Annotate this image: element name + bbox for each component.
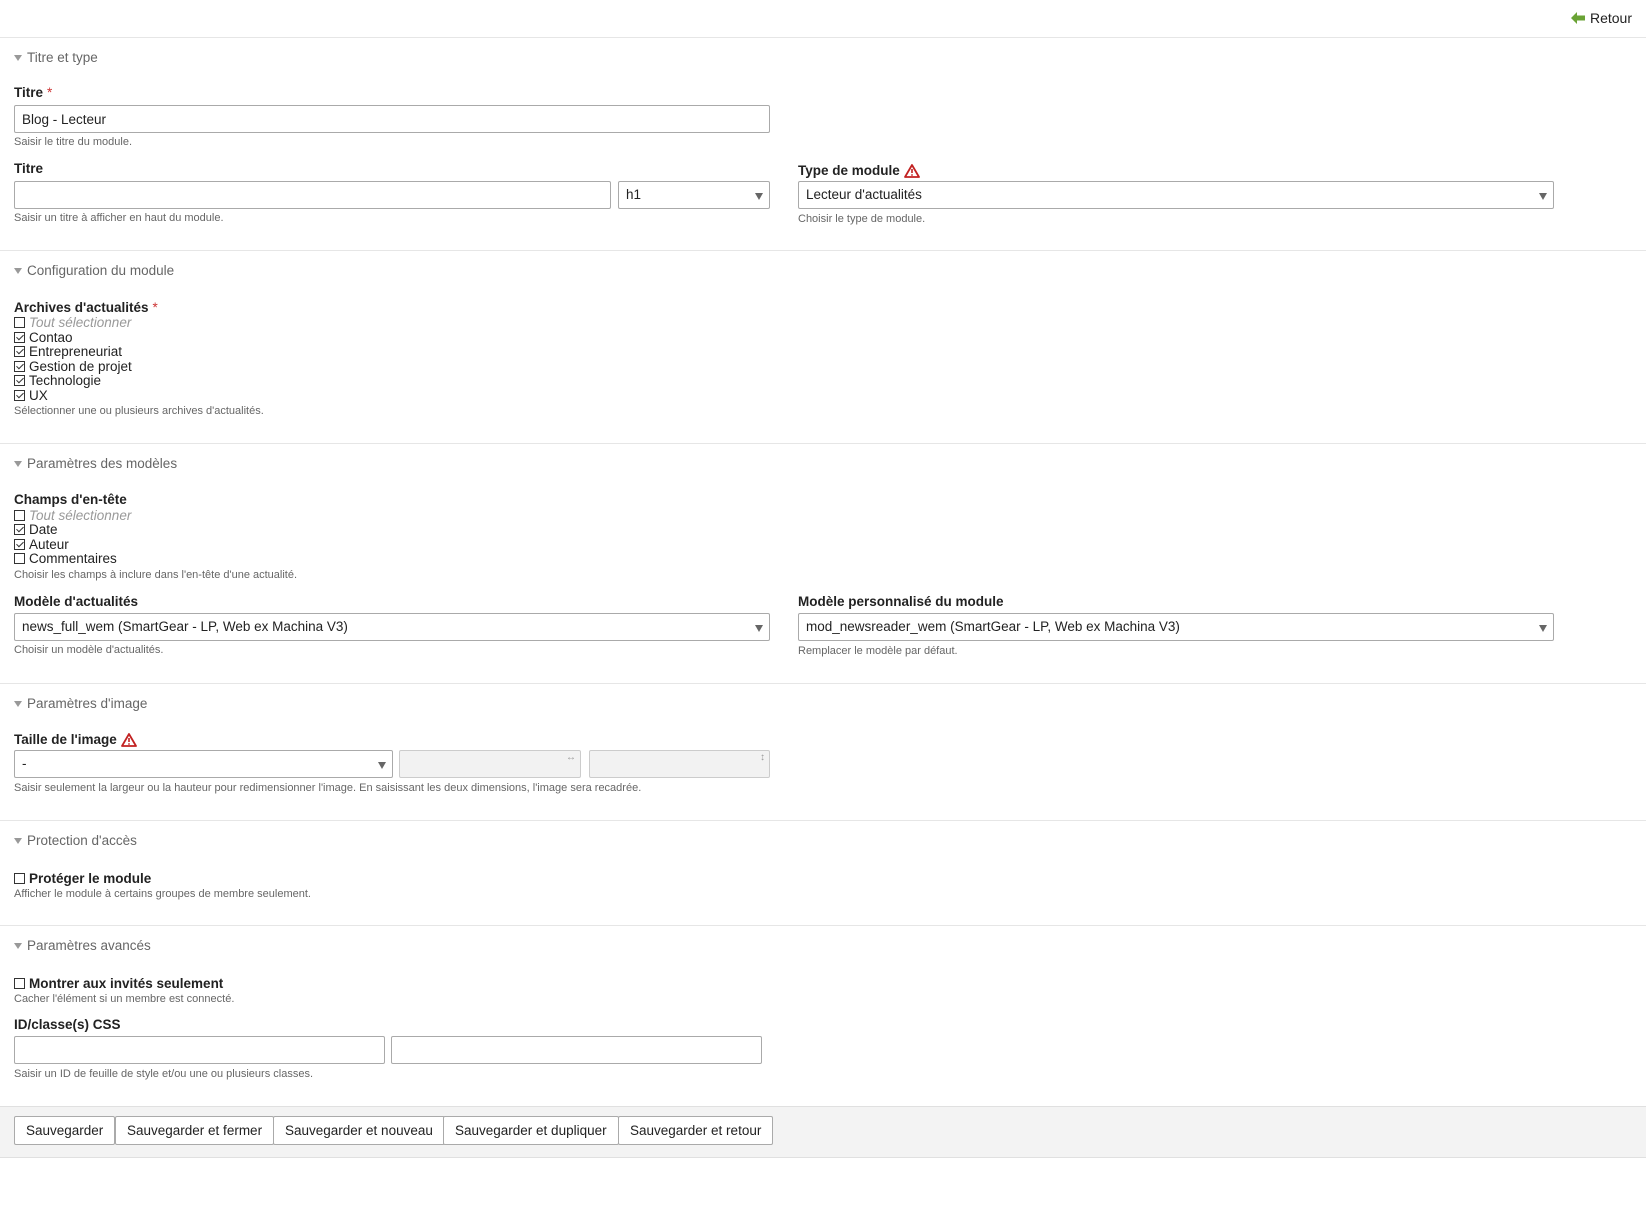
- css-label: ID/classe(s) CSS: [14, 1017, 121, 1032]
- css-id-input[interactable]: [14, 1036, 385, 1064]
- custom-template-help: Remplacer le modèle par défaut.: [798, 645, 958, 657]
- chevron-down-icon: [378, 762, 386, 769]
- archives-help: Sélectionner une ou plusieurs archives d…: [14, 405, 264, 417]
- checkbox[interactable]: [14, 539, 25, 550]
- save-duplicate-button[interactable]: Sauvegarder et dupliquer: [443, 1116, 619, 1145]
- archive-item-ux[interactable]: UX: [14, 388, 48, 403]
- back-label: Retour: [1589, 10, 1632, 26]
- title-help: Saisir le titre du module.: [14, 136, 132, 148]
- guests-only-help: Cacher l'élément si un membre est connec…: [14, 993, 235, 1005]
- archive-item-entrepreneuriat[interactable]: Entrepreneuriat: [14, 344, 122, 359]
- custom-template-select[interactable]: mod_newsreader_wem (SmartGear - LP, Web …: [798, 613, 1554, 641]
- headline-level-select[interactable]: h1: [618, 181, 770, 209]
- section-title-type: Titre et type Titre* Saisir le titre du …: [0, 38, 1646, 251]
- headline-label: Titre: [14, 161, 44, 176]
- header-fields-label: Champs d'en-tête: [14, 492, 127, 507]
- guests-only-checkbox[interactable]: Montrer aux invités seulement: [14, 976, 223, 991]
- collapse-triangle-icon: [14, 700, 22, 707]
- header-field-date[interactable]: Date: [14, 522, 58, 537]
- back-arrow-icon: [1570, 12, 1585, 24]
- collapse-triangle-icon: [14, 837, 22, 844]
- checkbox[interactable]: [14, 524, 25, 535]
- back-link[interactable]: Retour: [1570, 10, 1632, 26]
- checkbox[interactable]: [14, 978, 25, 989]
- news-template-select[interactable]: news_full_wem (SmartGear - LP, Web ex Ma…: [14, 613, 770, 641]
- module-type-select[interactable]: Lecteur d'actualités: [798, 181, 1554, 209]
- custom-template-label: Modèle personnalisé du module: [798, 594, 1004, 609]
- legend-title-type[interactable]: Titre et type: [14, 50, 98, 65]
- section-protection: Protection d'accès Protéger le module Af…: [0, 821, 1646, 926]
- select-all-archives[interactable]: Tout sélectionner: [14, 315, 131, 330]
- image-size-help: Saisir seulement la largeur ou la hauteu…: [14, 782, 642, 794]
- header-field-auteur[interactable]: Auteur: [14, 537, 69, 552]
- select-all-header-fields[interactable]: Tout sélectionner: [14, 508, 131, 523]
- archive-item-gestion-de-projet[interactable]: Gestion de projet: [14, 359, 132, 374]
- save-back-button[interactable]: Sauvegarder et retour: [618, 1116, 774, 1145]
- chevron-down-icon: [755, 625, 763, 632]
- checkbox[interactable]: [14, 375, 25, 386]
- legend-templates[interactable]: Paramètres des modèles: [14, 456, 177, 471]
- warning-icon: [903, 163, 920, 178]
- archive-item-contao[interactable]: Contao: [14, 330, 73, 345]
- required-marker: *: [152, 300, 158, 315]
- required-marker: *: [47, 85, 53, 100]
- collapse-triangle-icon: [14, 460, 22, 467]
- collapse-triangle-icon: [14, 942, 22, 949]
- protect-module-checkbox[interactable]: Protéger le module: [14, 871, 151, 886]
- checkbox[interactable]: [14, 510, 25, 521]
- headline-input[interactable]: [14, 181, 611, 209]
- section-image: Paramètres d'image Taille de l'image - ↔…: [0, 684, 1646, 821]
- section-config: Configuration du module Archives d'actua…: [0, 251, 1646, 444]
- chevron-down-icon: [1539, 193, 1547, 200]
- headline-help: Saisir un titre à afficher en haut du mo…: [14, 212, 224, 224]
- legend-image[interactable]: Paramètres d'image: [14, 696, 147, 711]
- module-type-label: Type de module: [798, 163, 920, 178]
- news-template-label: Modèle d'actualités: [14, 594, 138, 609]
- checkbox[interactable]: [14, 873, 25, 884]
- legend-config[interactable]: Configuration du module: [14, 263, 174, 278]
- image-size-label: Taille de l'image: [14, 732, 137, 747]
- title-input[interactable]: [14, 105, 770, 133]
- chevron-down-icon: [1539, 625, 1547, 632]
- height-arrows-icon: ↕: [760, 752, 765, 763]
- section-advanced: Paramètres avancés Montrer aux invités s…: [0, 926, 1646, 1106]
- width-arrows-icon: ↔: [566, 752, 576, 763]
- image-width-input[interactable]: ↔: [399, 750, 581, 778]
- legend-protection[interactable]: Protection d'accès: [14, 833, 137, 848]
- collapse-triangle-icon: [14, 267, 22, 274]
- checkbox[interactable]: [14, 390, 25, 401]
- image-size-select[interactable]: -: [14, 750, 393, 778]
- archive-item-technologie[interactable]: Technologie: [14, 373, 101, 388]
- archives-label: Archives d'actualités *: [14, 300, 158, 315]
- news-template-help: Choisir un modèle d'actualités.: [14, 644, 164, 656]
- checkbox[interactable]: [14, 553, 25, 564]
- save-close-button[interactable]: Sauvegarder et fermer: [115, 1116, 275, 1145]
- submit-bar: Sauvegarder Sauvegarder et fermer Sauveg…: [0, 1106, 1646, 1158]
- checkbox[interactable]: [14, 361, 25, 372]
- checkbox[interactable]: [14, 346, 25, 357]
- collapse-triangle-icon: [14, 54, 22, 61]
- warning-icon: [120, 732, 137, 747]
- protect-module-help: Afficher le module à certains groupes de…: [14, 888, 311, 900]
- section-templates: Paramètres des modèles Champs d'en-tête …: [0, 444, 1646, 684]
- save-button[interactable]: Sauvegarder: [14, 1116, 116, 1145]
- legend-advanced[interactable]: Paramètres avancés: [14, 938, 151, 953]
- image-height-input[interactable]: ↕: [589, 750, 770, 778]
- chevron-down-icon: [755, 193, 763, 200]
- checkbox[interactable]: [14, 332, 25, 343]
- top-bar: Retour: [0, 0, 1646, 38]
- header-fields-help: Choisir les champs à inclure dans l'en-t…: [14, 569, 298, 581]
- header-field-commentaires[interactable]: Commentaires: [14, 551, 117, 566]
- title-label: Titre *: [14, 85, 53, 100]
- checkbox[interactable]: [14, 317, 25, 328]
- save-new-button[interactable]: Sauvegarder et nouveau: [273, 1116, 445, 1145]
- module-type-help: Choisir le type de module.: [798, 213, 926, 225]
- css-class-input[interactable]: [391, 1036, 762, 1064]
- css-help: Saisir un ID de feuille de style et/ou u…: [14, 1068, 313, 1080]
